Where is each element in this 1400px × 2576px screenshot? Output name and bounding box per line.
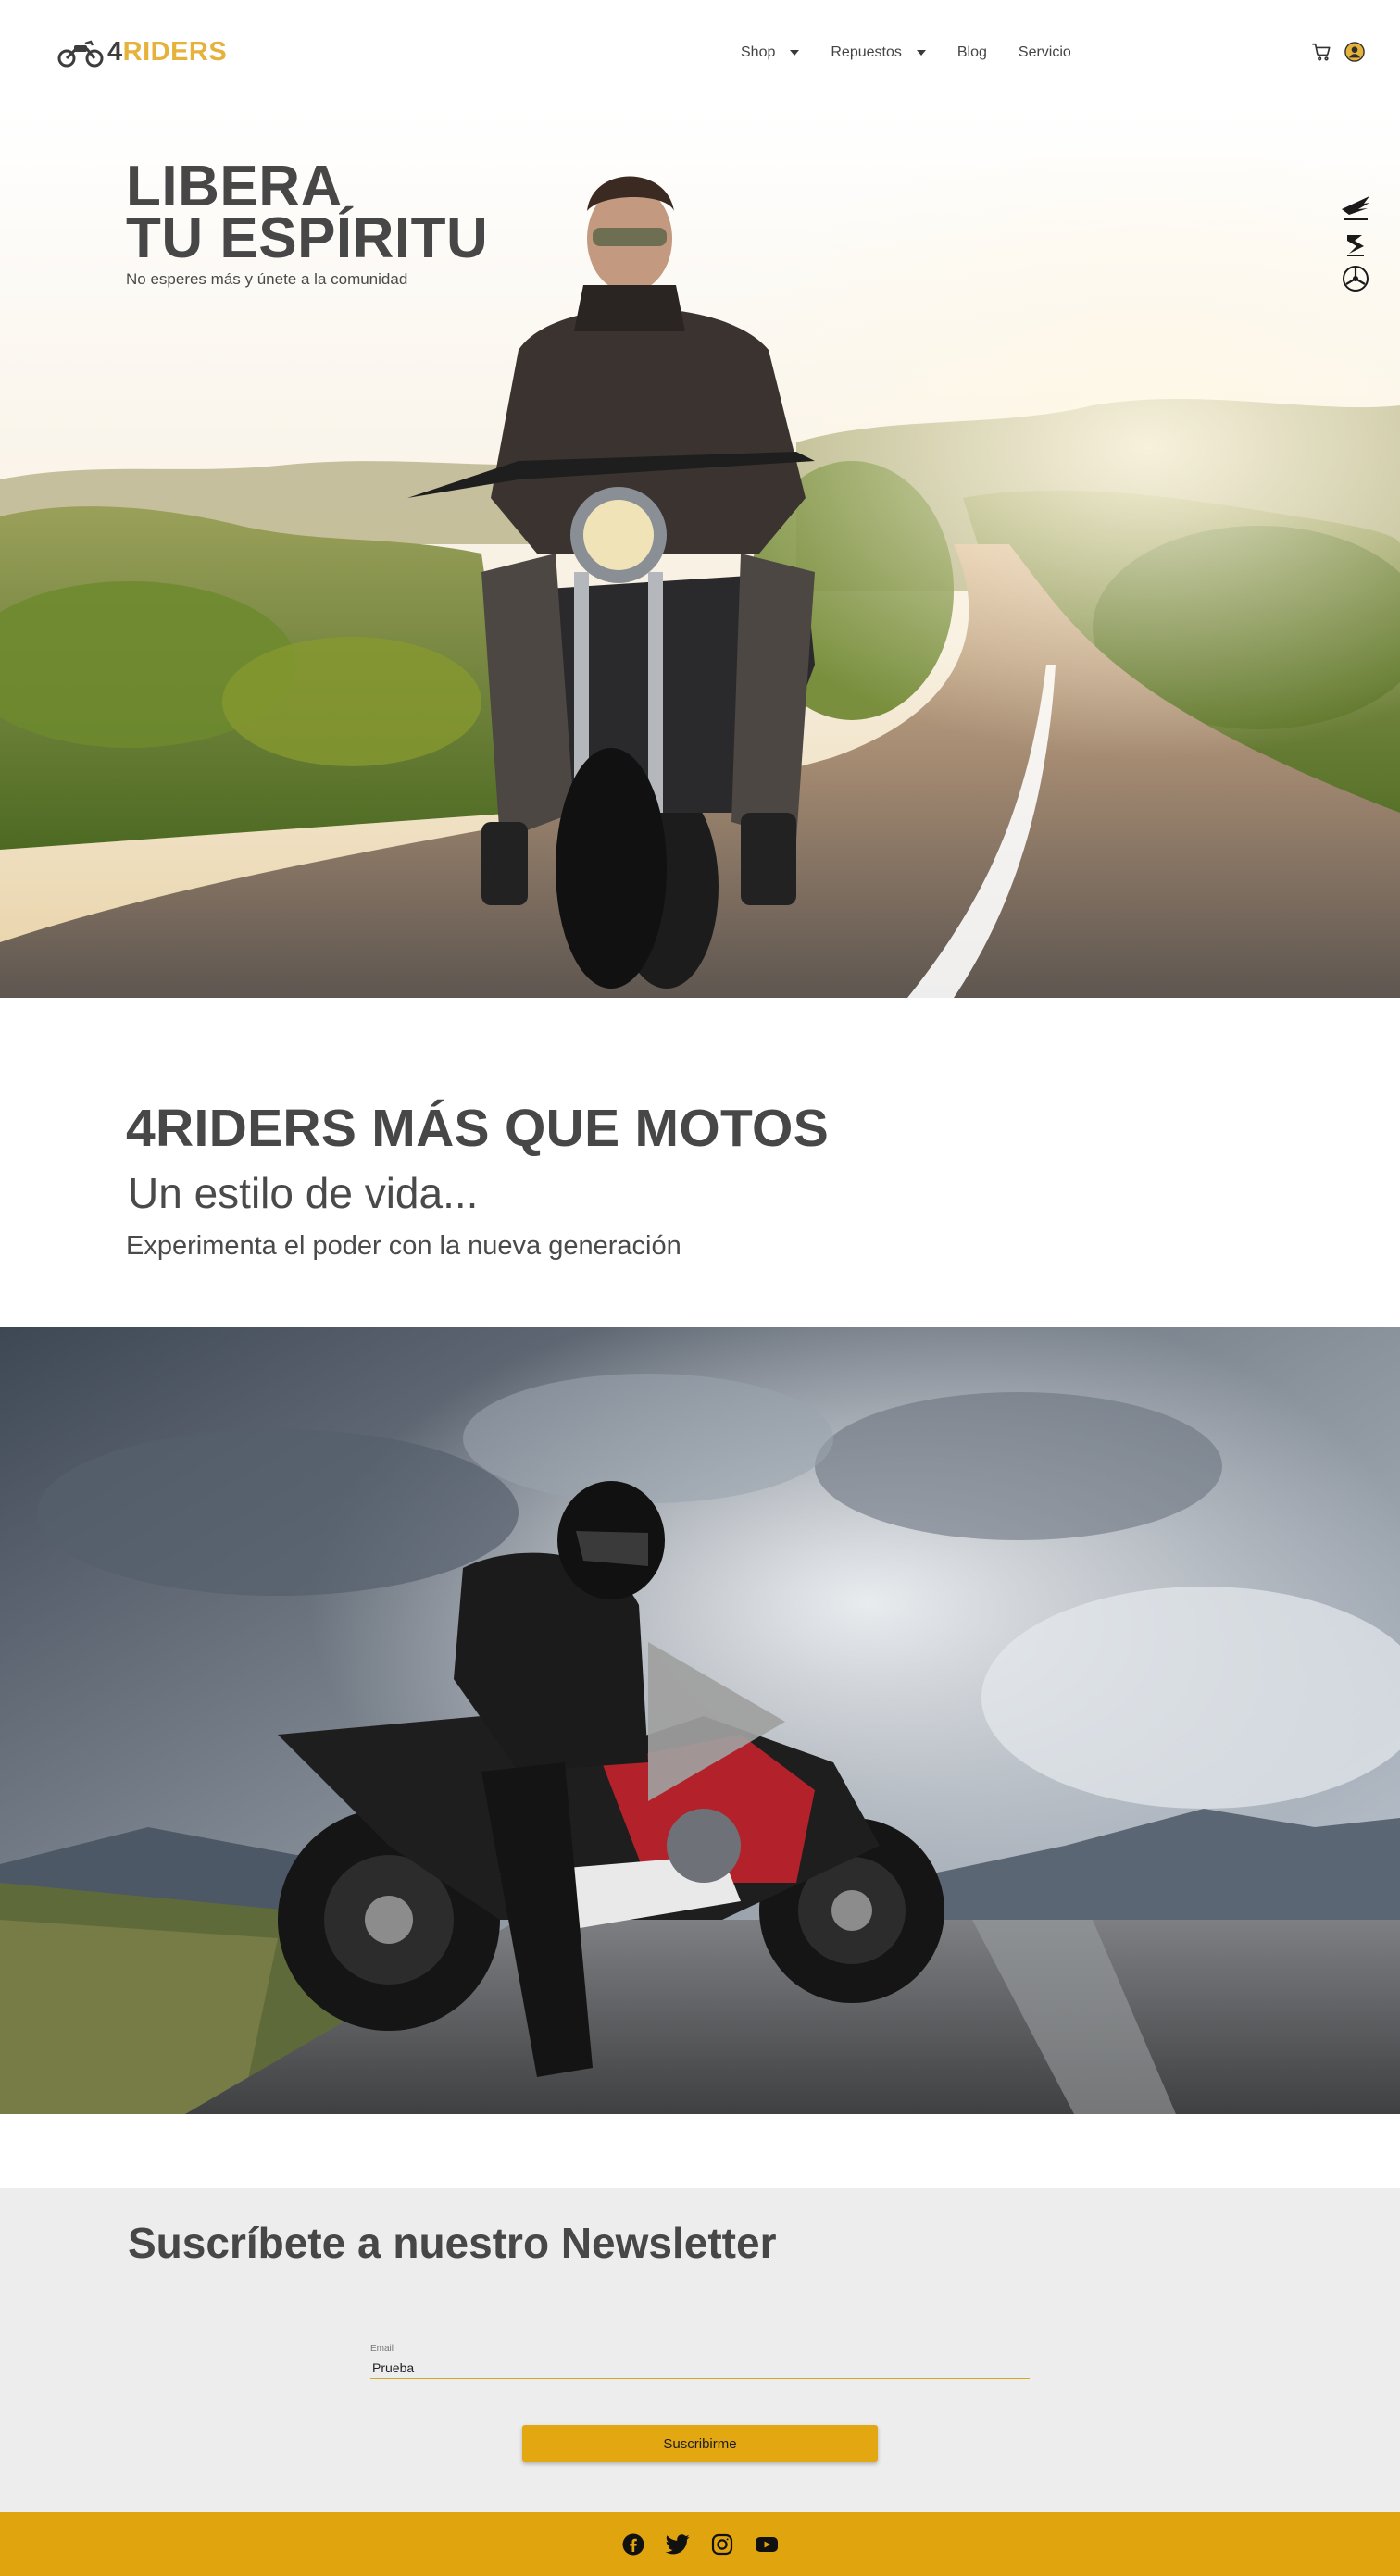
newsletter-section: Suscríbete a nuestro Newsletter Email Su… [0, 2188, 1400, 2512]
cart-icon[interactable] [1311, 42, 1331, 62]
play-icon[interactable] [648, 1642, 785, 1801]
hero-section: LIBERA TU ESPÍRITU No esperes más y únet… [0, 109, 1400, 998]
nav-label: Shop [741, 44, 776, 60]
email-label: Email [370, 2344, 394, 2354]
video-player[interactable] [0, 1327, 1400, 2114]
nav-item-servicio[interactable]: Servicio [1019, 44, 1071, 61]
nav-item-blog[interactable]: Blog [957, 44, 987, 61]
header-actions [1311, 42, 1365, 62]
newsletter-title: Suscríbete a nuestro Newsletter [128, 2219, 777, 2267]
caret-down-icon [790, 50, 800, 56]
logo-number: 4 [107, 37, 123, 67]
nav-label: Servicio [1018, 44, 1071, 60]
intro-heading: 4RIDERS MÁS QUE MOTOS [126, 1099, 830, 1158]
twitter-icon[interactable] [665, 2532, 691, 2557]
brand-icons [1337, 194, 1374, 292]
logo[interactable]: 4RIDERS [57, 37, 227, 68]
subscribe-button[interactable]: Suscribirme [522, 2425, 878, 2462]
nav-item-repuestos[interactable]: Repuestos [831, 44, 926, 61]
hero-subtitle: No esperes más y únete a la comunidad [126, 270, 408, 288]
motorcycle-icon [57, 39, 104, 67]
hero-title-line2: TU ESPÍRITU [126, 206, 489, 270]
suzuki-s-icon[interactable] [1342, 230, 1369, 257]
site-header: 4RIDERS Shop Repuestos Blog Servicio [0, 0, 1400, 109]
nav-label: Blog [956, 44, 987, 60]
user-icon[interactable] [1344, 42, 1365, 62]
intro-subheading: Un estilo de vida... [128, 1169, 479, 1217]
instagram-icon[interactable] [709, 2532, 735, 2557]
nav-label: Repuestos [831, 44, 902, 60]
facebook-icon[interactable] [620, 2532, 646, 2557]
honda-wing-icon[interactable] [1340, 194, 1371, 222]
hero-title: LIBERA TU ESPÍRITU [126, 158, 488, 268]
yamaha-tuning-fork-icon[interactable] [1342, 265, 1369, 292]
intro-text: Experimenta el poder con la nueva genera… [126, 1231, 681, 1261]
site-footer [0, 2512, 1400, 2576]
main-nav: Shop Repuestos Blog Servicio [741, 44, 1103, 61]
email-field[interactable] [370, 2357, 1030, 2379]
caret-down-icon [916, 50, 926, 56]
logo-word: RIDERS [122, 37, 228, 67]
youtube-icon[interactable] [754, 2532, 780, 2557]
nav-item-shop[interactable]: Shop [741, 44, 800, 61]
